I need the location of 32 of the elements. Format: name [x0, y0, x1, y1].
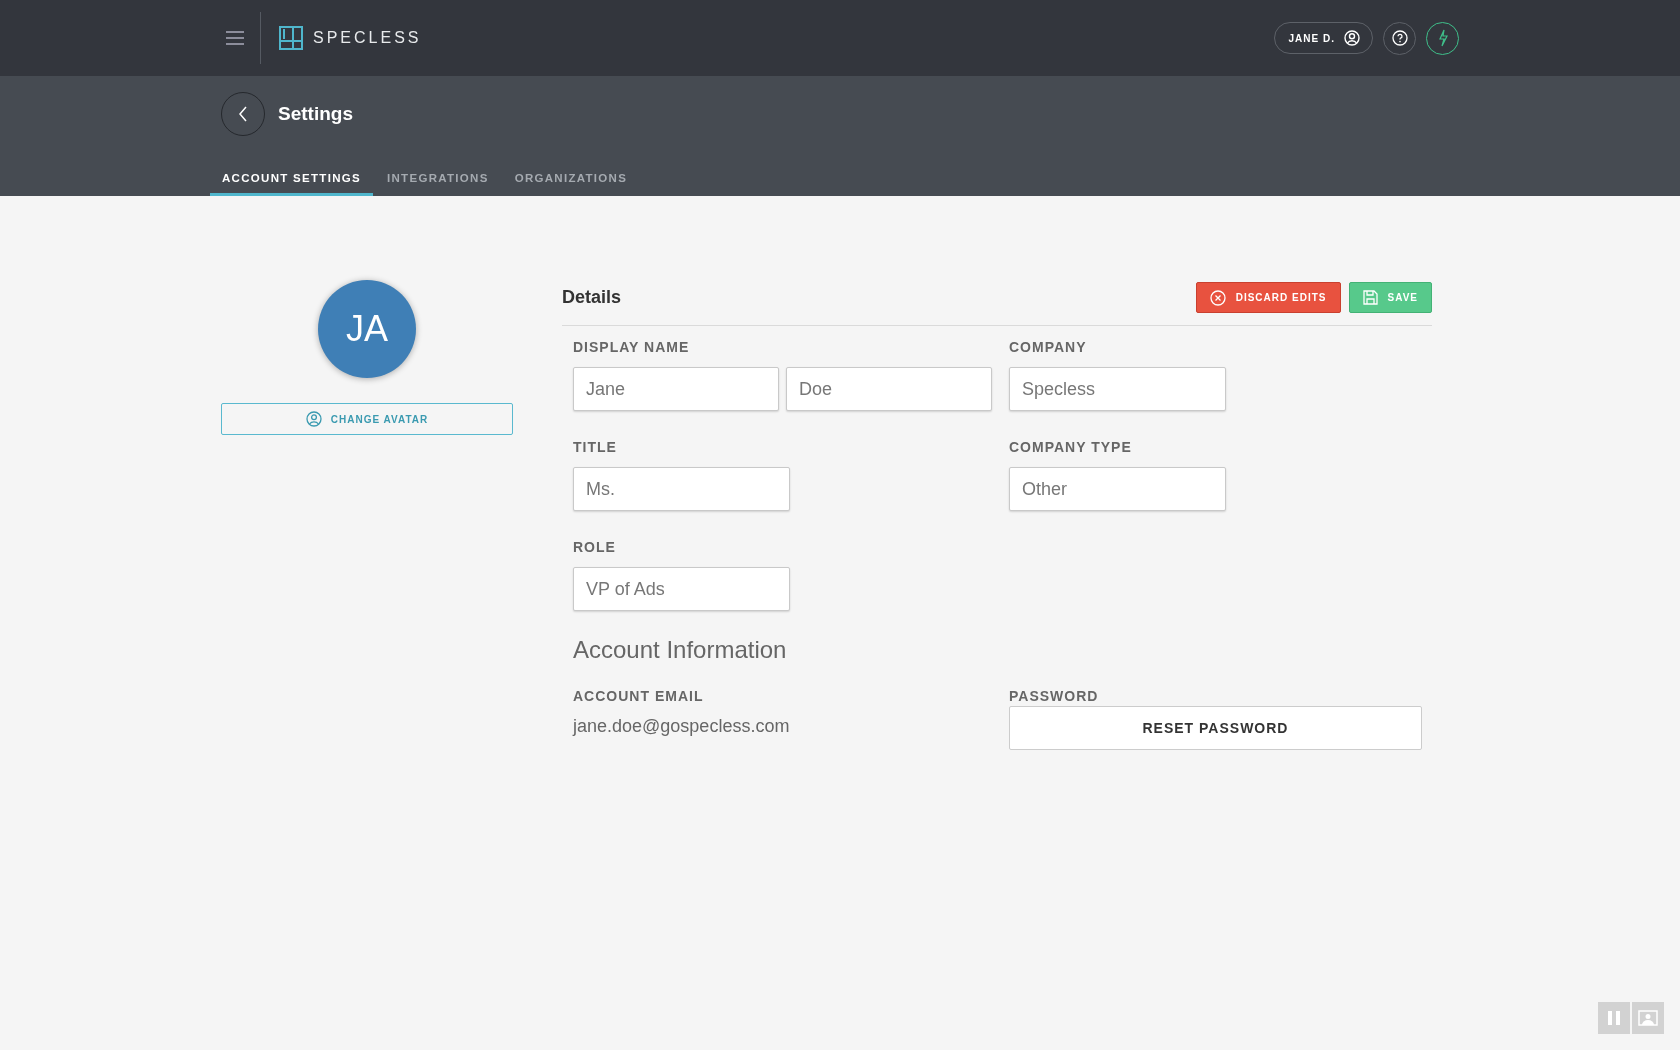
company-type-field[interactable]: Other [1009, 467, 1226, 511]
field-label: ACCOUNT EMAIL [573, 688, 705, 704]
field-label: DISPLAY NAME [573, 339, 691, 355]
field-label: TITLE [573, 439, 618, 455]
brand-name: SPECLESS [313, 29, 422, 47]
menu-icon[interactable] [226, 31, 244, 45]
section-title: Details [562, 287, 622, 308]
avatar-circle: JA [318, 280, 416, 378]
role-field[interactable]: VP of Ads [573, 567, 790, 611]
user-icon [1344, 30, 1360, 46]
last-name-field[interactable]: Doe [786, 367, 992, 411]
logo-icon [279, 26, 303, 50]
field-label: COMPANY TYPE [1009, 439, 1133, 455]
account-email: jane.doe@gospecless.com [573, 716, 791, 737]
company-field[interactable]: Specless [1009, 367, 1226, 411]
first-name-field[interactable]: Jane [573, 367, 779, 411]
discard-edits-button[interactable]: DISCARD EDITS [1195, 282, 1341, 313]
field-label: PASSWORD [1009, 688, 1100, 704]
field-label: ROLE [573, 539, 617, 555]
reset-password-button[interactable]: RESET PASSWORD [1009, 706, 1422, 750]
user-icon [305, 411, 322, 427]
floppy-disk-icon [1362, 290, 1378, 305]
page-title: Settings [278, 103, 353, 125]
tab[interactable]: INTEGRATIONS [375, 172, 501, 196]
field-label: COMPANY [1009, 339, 1088, 355]
tab[interactable]: ACCOUNT SETTINGS [210, 172, 373, 196]
chevron-left-icon [238, 106, 248, 122]
tab[interactable]: ORGANIZATIONS [502, 172, 640, 196]
section-title: Account Information [573, 636, 788, 664]
close-icon [1209, 289, 1226, 306]
change-avatar-button[interactable]: CHANGE AVATAR [221, 403, 513, 435]
title-field[interactable]: Ms. [573, 467, 790, 511]
